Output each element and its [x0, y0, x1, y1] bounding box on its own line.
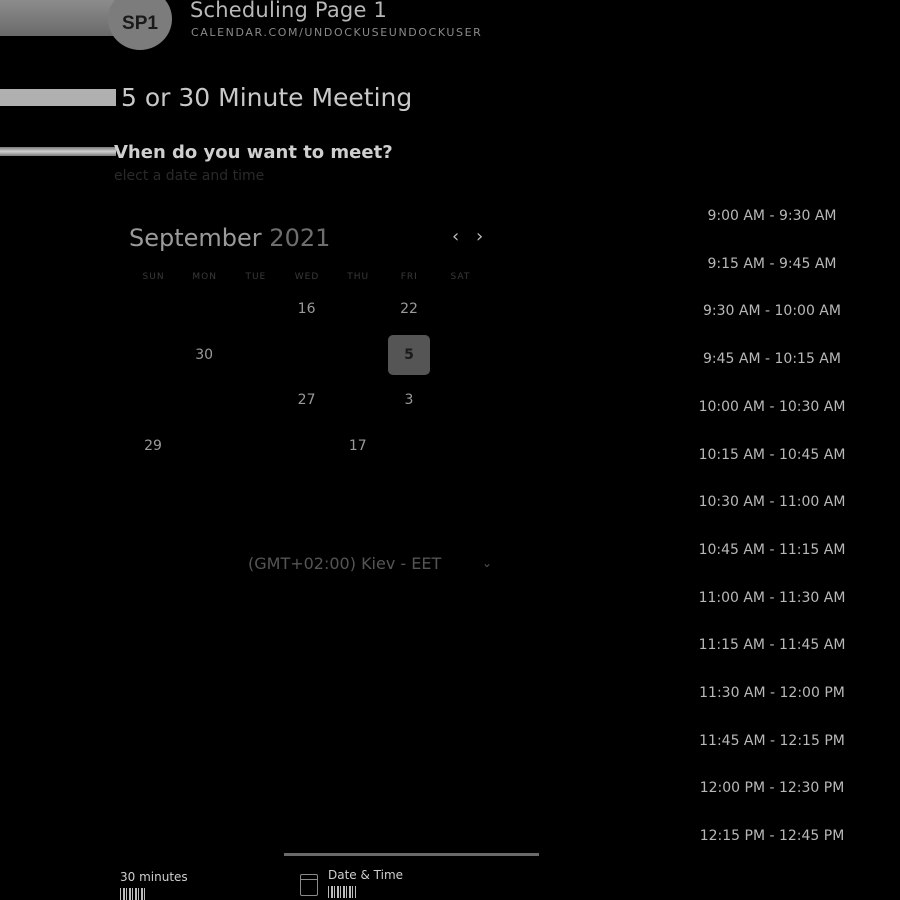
- weekday-label: SUN: [142, 272, 165, 282]
- time-slot[interactable]: 10:30 AM - 11:00 AM: [662, 494, 882, 510]
- weekday-header: SUN MON TUE WED THU FRI SAT: [128, 272, 486, 282]
- page-url[interactable]: CALENDAR.COM/UNDOCKUSEUNDOCKUSER: [191, 26, 482, 39]
- time-slot[interactable]: 10:00 AM - 10:30 AM: [662, 399, 882, 415]
- chevron-right-icon[interactable]: ›: [476, 226, 483, 247]
- time-slot[interactable]: 9:00 AM - 9:30 AM: [662, 208, 882, 224]
- time-slot[interactable]: 12:15 PM - 12:45 PM: [662, 828, 882, 844]
- time-slot[interactable]: 11:15 AM - 11:45 AM: [662, 637, 882, 653]
- weekday-label: MON: [192, 272, 217, 282]
- avatar: SP1: [108, 0, 172, 50]
- header-bar: [0, 0, 120, 36]
- footer-duration: 30 minutes: [120, 870, 188, 884]
- duration-underline-decor: [120, 888, 146, 900]
- time-slot[interactable]: 9:45 AM - 10:15 AM: [662, 351, 882, 367]
- time-slot[interactable]: 11:45 AM - 12:15 PM: [662, 733, 882, 749]
- calendar-day[interactable]: 30: [183, 335, 225, 375]
- scheduling-page: SP1 Scheduling Page 1 CALENDAR.COM/UNDOC…: [0, 0, 900, 900]
- time-slot[interactable]: 9:15 AM - 9:45 AM: [662, 256, 882, 272]
- calendar-day[interactable]: 29: [132, 426, 174, 466]
- event-title: 5 or 30 Minute Meeting: [121, 83, 413, 112]
- subquestion-text: elect a date and time: [114, 168, 265, 184]
- calendar-day[interactable]: 27: [286, 380, 328, 420]
- calendar-day[interactable]: 22: [388, 289, 430, 329]
- time-slot[interactable]: 11:30 AM - 12:00 PM: [662, 685, 882, 701]
- calendar-day[interactable]: 3: [388, 380, 430, 420]
- time-slot[interactable]: 10:45 AM - 11:15 AM: [662, 542, 882, 558]
- time-slot[interactable]: 12:00 PM - 12:30 PM: [662, 780, 882, 796]
- weekday-label: FRI: [400, 272, 418, 282]
- calendar-day-selected[interactable]: 5: [388, 334, 430, 375]
- calendar-day[interactable]: 16: [286, 289, 328, 329]
- page-title: Scheduling Page 1: [190, 0, 388, 22]
- weekday-label: SAT: [450, 272, 471, 282]
- year-name: 2021: [269, 224, 331, 252]
- footer-divider: [284, 853, 539, 856]
- footer-date-time: Date & Time: [328, 868, 404, 882]
- date-underline-decor: [328, 886, 356, 898]
- calendar-day[interactable]: 17: [337, 426, 379, 466]
- time-slot[interactable]: 11:00 AM - 11:30 AM: [662, 590, 882, 606]
- time-slot[interactable]: 9:30 AM - 10:00 AM: [662, 303, 882, 319]
- month-name: September: [129, 224, 262, 252]
- weekday-label: THU: [347, 272, 370, 282]
- timezone-select[interactable]: (GMT+02:00) Kiev - EET: [248, 554, 441, 573]
- title-highlight-bar: [0, 89, 116, 106]
- weekday-label: WED: [294, 272, 320, 282]
- question-heading: Vhen do you want to meet?: [114, 142, 393, 163]
- chevron-left-icon[interactable]: ‹: [452, 226, 459, 247]
- question-highlight-bar: [0, 147, 116, 156]
- chevron-down-icon[interactable]: ⌄: [482, 556, 492, 570]
- time-slot[interactable]: 10:15 AM - 10:45 AM: [662, 447, 882, 463]
- month-label: September 2021: [129, 224, 330, 252]
- weekday-label: TUE: [245, 272, 267, 282]
- calendar-icon: [300, 874, 318, 896]
